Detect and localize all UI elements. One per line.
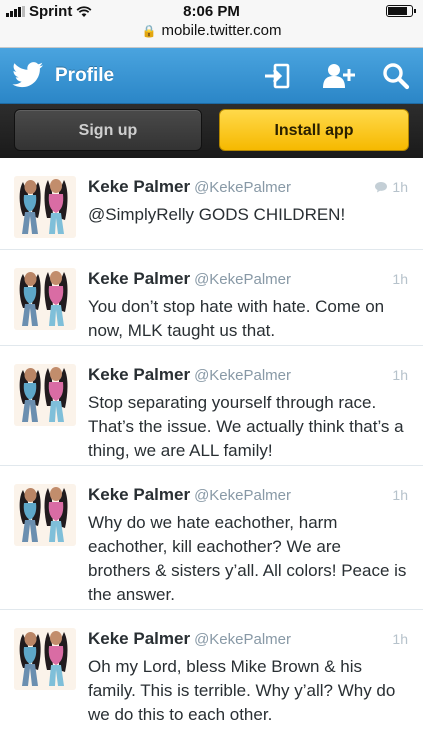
- url-text: mobile.twitter.com: [161, 22, 282, 39]
- author-name: Keke Palmer: [88, 365, 191, 384]
- battery-icon: [386, 5, 416, 17]
- tweet-author[interactable]: Keke Palmer @KekePalmer: [88, 629, 291, 649]
- tweet-author[interactable]: Keke Palmer @KekePalmer: [88, 485, 291, 505]
- author-name: Keke Palmer: [88, 485, 191, 504]
- author-handle: @KekePalmer: [194, 271, 292, 288]
- twitter-bird-icon[interactable]: [12, 61, 44, 89]
- sign-in-icon[interactable]: [262, 62, 292, 90]
- author-handle: @KekePalmer: [194, 179, 292, 196]
- avatar[interactable]: [14, 268, 76, 330]
- install-app-button[interactable]: Install app: [219, 109, 409, 151]
- tweet-author[interactable]: Keke Palmer @KekePalmer: [88, 177, 291, 197]
- tweet-author[interactable]: Keke Palmer @KekePalmer: [88, 269, 291, 289]
- status-bar: Sprint 8:06 PM: [0, 0, 423, 22]
- timestamp-text: 1h: [392, 631, 408, 647]
- tweet[interactable]: Keke Palmer @KekePalmer 1h You don’t stop h…: [0, 250, 423, 346]
- tweet-text: @SimplyRelly GODS CHILDREN!: [88, 205, 346, 224]
- author-name: Keke Palmer: [88, 177, 191, 196]
- follow-user-icon[interactable]: [322, 62, 356, 90]
- tweet-author[interactable]: Keke Palmer @KekePalmer: [88, 365, 291, 385]
- author-handle: @KekePalmer: [194, 487, 292, 504]
- author-name: Keke Palmer: [88, 269, 191, 288]
- tweet-text: Why do we hate eachother, harm eachother…: [88, 513, 407, 604]
- timestamp-text: 1h: [392, 367, 408, 383]
- avatar[interactable]: [14, 364, 76, 426]
- url-bar[interactable]: 🔒 mobile.twitter.com: [0, 22, 423, 48]
- tweet[interactable]: Keke Palmer @KekePalmer 1h Stop separating …: [0, 346, 423, 466]
- sign-up-button[interactable]: Sign up: [14, 109, 202, 151]
- avatar[interactable]: [14, 176, 76, 238]
- avatar[interactable]: [14, 628, 76, 690]
- app-header: Profile: [0, 48, 423, 104]
- author-handle: @KekePalmer: [194, 631, 292, 648]
- tweet-timeline: Keke Palmer @KekePalmer 1h @SimplyRelly GOD…: [0, 158, 423, 750]
- timestamp-text: 1h: [392, 179, 408, 195]
- avatar[interactable]: [14, 484, 76, 546]
- timestamp-text: 1h: [392, 271, 408, 287]
- tweet[interactable]: Keke Palmer @KekePalmer 1h @SimplyRelly GOD…: [0, 158, 423, 250]
- tweet-timestamp[interactable]: 1h: [392, 631, 408, 647]
- tweet[interactable]: Keke Palmer @KekePalmer 1h Oh my Lord, bles…: [0, 610, 423, 750]
- tweet-text: Stop separating yourself through race. T…: [88, 393, 404, 460]
- tweet-timestamp[interactable]: 1h: [392, 367, 408, 383]
- tweet-text: You don’t stop hate with hate. Come on n…: [88, 297, 385, 340]
- tweet-timestamp[interactable]: 1h: [374, 179, 408, 195]
- author-handle: @KekePalmer: [194, 367, 292, 384]
- tweet[interactable]: Keke Palmer @KekePalmer 1h Why do we hate e…: [0, 466, 423, 610]
- tweet-timestamp[interactable]: 1h: [392, 271, 408, 287]
- tweet-timestamp[interactable]: 1h: [392, 487, 408, 503]
- lock-icon: 🔒: [141, 24, 157, 38]
- reply-icon: [375, 182, 388, 193]
- tweet-text: Oh my Lord, bless Mike Brown & his famil…: [88, 657, 396, 724]
- search-icon[interactable]: [381, 62, 411, 90]
- timestamp-text: 1h: [392, 487, 408, 503]
- clock: 8:06 PM: [183, 3, 240, 20]
- page-title: Profile: [55, 65, 115, 86]
- signup-bar: Sign up Install app: [0, 104, 423, 158]
- author-name: Keke Palmer: [88, 629, 191, 648]
